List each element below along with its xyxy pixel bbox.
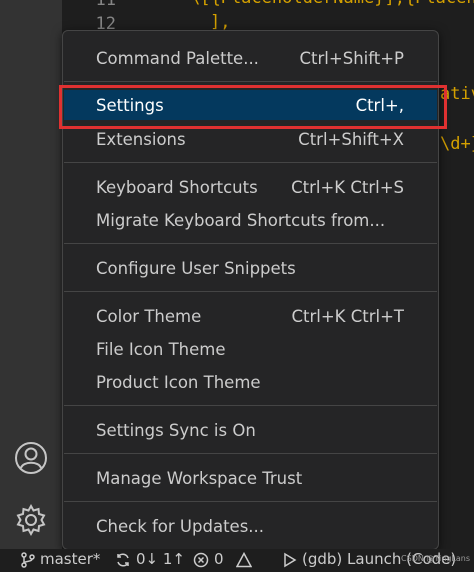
menu-item-configure-user-snippets[interactable]: Configure User Snippets bbox=[64, 253, 437, 283]
activity-bar bbox=[0, 0, 62, 571]
menu-separator bbox=[64, 453, 437, 454]
warning-icon[interactable] bbox=[235, 551, 253, 572]
menu-item-command-palette[interactable]: Command Palette... Ctrl+Shift+P bbox=[64, 43, 437, 73]
menu-item-label: Keyboard Shortcuts bbox=[96, 177, 258, 197]
account-icon[interactable] bbox=[13, 440, 49, 476]
menu-item-settings[interactable]: Settings Ctrl+, bbox=[64, 90, 437, 120]
menu-item-shortcut: Ctrl+K Ctrl+S bbox=[291, 177, 404, 197]
menu-separator bbox=[64, 405, 437, 406]
menu-item-keyboard-shortcuts[interactable]: Keyboard Shortcuts Ctrl+K Ctrl+S bbox=[64, 172, 437, 202]
menu-item-migrate-keyboard-shortcuts[interactable]: Migrate Keyboard Shortcuts from... bbox=[64, 205, 437, 235]
code-fragment: ativ bbox=[440, 84, 474, 104]
menu-separator bbox=[64, 291, 437, 292]
menu-item-manage-workspace-trust[interactable]: Manage Workspace Trust bbox=[64, 463, 437, 493]
menu-item-label: Product Icon Theme bbox=[96, 372, 261, 392]
menu-item-label: Settings Sync is On bbox=[96, 420, 256, 440]
manage-context-menu: Command Palette... Ctrl+Shift+P Settings… bbox=[62, 30, 439, 550]
menu-item-shortcut: Ctrl+K Ctrl+T bbox=[291, 306, 404, 326]
menu-item-extensions[interactable]: Extensions Ctrl+Shift+X bbox=[64, 124, 437, 154]
menu-item-label: Command Palette... bbox=[96, 48, 259, 68]
menu-item-shortcut: Ctrl+, bbox=[355, 95, 404, 115]
menu-item-label: Settings bbox=[96, 95, 164, 115]
error-icon[interactable] bbox=[193, 552, 209, 572]
menu-separator bbox=[64, 243, 437, 244]
menu-item-label: File Icon Theme bbox=[96, 339, 226, 359]
menu-item-label: Configure User Snippets bbox=[96, 258, 296, 278]
menu-item-label: Manage Workspace Trust bbox=[96, 468, 303, 488]
code-line: \[{PlaceholderName}],{Placeho bbox=[190, 0, 474, 8]
code-line: ], bbox=[210, 12, 231, 32]
menu-item-label: Extensions bbox=[96, 129, 186, 149]
source-control-icon[interactable] bbox=[20, 552, 36, 572]
menu-separator bbox=[64, 501, 437, 502]
line-number: 11 bbox=[95, 0, 116, 10]
gear-icon[interactable] bbox=[13, 502, 49, 538]
menu-item-file-icon-theme[interactable]: File Icon Theme bbox=[64, 334, 437, 364]
debug-run-icon[interactable] bbox=[282, 552, 298, 572]
menu-item-color-theme[interactable]: Color Theme Ctrl+K Ctrl+T bbox=[64, 301, 437, 331]
code-fragment: \d+} bbox=[440, 134, 474, 154]
menu-item-label: Migrate Keyboard Shortcuts from... bbox=[96, 210, 386, 230]
watermark: CSDN @TingLans bbox=[401, 554, 470, 563]
menu-item-shortcut: Ctrl+Shift+X bbox=[298, 129, 404, 149]
branch-name[interactable]: master* bbox=[40, 550, 100, 568]
problems-count[interactable]: 0 bbox=[214, 550, 224, 568]
sync-icon[interactable] bbox=[115, 552, 131, 572]
menu-item-label: Check for Updates... bbox=[96, 516, 265, 536]
sync-status[interactable]: 0↓ 1↑ bbox=[136, 550, 185, 568]
menu-separator bbox=[64, 81, 437, 82]
menu-item-label: Color Theme bbox=[96, 306, 202, 326]
menu-item-settings-sync[interactable]: Settings Sync is On bbox=[64, 415, 437, 445]
menu-item-check-for-updates[interactable]: Check for Updates... bbox=[64, 511, 437, 541]
menu-separator bbox=[64, 162, 437, 163]
menu-item-product-icon-theme[interactable]: Product Icon Theme bbox=[64, 367, 437, 397]
menu-item-shortcut: Ctrl+Shift+P bbox=[299, 48, 404, 68]
